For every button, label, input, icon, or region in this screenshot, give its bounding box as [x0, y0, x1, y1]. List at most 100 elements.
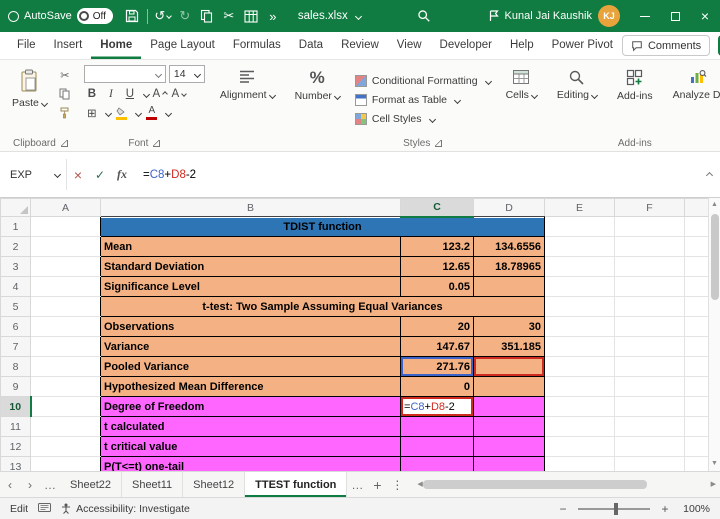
- cell-d9[interactable]: [473, 376, 545, 397]
- cell-g11[interactable]: [684, 416, 708, 437]
- cell-b1[interactable]: TDIST function: [100, 216, 545, 237]
- insert-function-button[interactable]: fx: [111, 167, 133, 182]
- cell-c8[interactable]: 271.76: [400, 356, 474, 377]
- paste-button[interactable]: Paste: [7, 65, 52, 113]
- cell-e3[interactable]: [544, 256, 615, 277]
- zoom-out-button[interactable]: −: [556, 502, 570, 516]
- zoom-in-button[interactable]: +: [658, 502, 672, 516]
- cell-c9[interactable]: 0: [400, 376, 474, 397]
- enter-button[interactable]: ✓: [89, 168, 111, 182]
- menu-tab-power-pivot[interactable]: Power Pivot: [543, 32, 622, 59]
- menu-tab-data[interactable]: Data: [290, 32, 332, 59]
- cell-a1[interactable]: [30, 216, 101, 237]
- accessibility-status[interactable]: Accessibility: Investigate: [61, 503, 190, 515]
- document-title[interactable]: sales.xlsx: [298, 10, 362, 22]
- cell-a3[interactable]: [30, 256, 101, 277]
- formula-input[interactable]: = C8 + D8 -2: [133, 169, 720, 181]
- cells-button[interactable]: Cells: [501, 65, 542, 105]
- sheet-tab-sheet12[interactable]: Sheet12: [183, 472, 246, 497]
- cell-b13[interactable]: P(T<=t) one-tail: [100, 456, 401, 471]
- cell-e2[interactable]: [544, 236, 615, 257]
- comments-button[interactable]: Comments: [621, 35, 711, 56]
- cell-a13[interactable]: [30, 456, 101, 471]
- font-color-button[interactable]: A: [144, 105, 160, 121]
- menu-tab-formulas[interactable]: Formulas: [224, 32, 290, 59]
- cell-f5[interactable]: [614, 296, 685, 317]
- font-size-select[interactable]: 14: [168, 65, 205, 83]
- cell-d3[interactable]: 18.78965: [473, 256, 545, 277]
- cell-a5[interactable]: [30, 296, 101, 317]
- cell-e4[interactable]: [544, 276, 615, 297]
- cell-g2[interactable]: [684, 236, 708, 257]
- copy-button[interactable]: [56, 86, 74, 102]
- cell-g6[interactable]: [684, 316, 708, 337]
- cell-e11[interactable]: [544, 416, 615, 437]
- cut-button-titlebar[interactable]: ✂: [218, 3, 240, 29]
- cell-g9[interactable]: [684, 376, 708, 397]
- addins-button[interactable]: Add-ins: [612, 65, 658, 106]
- account-area[interactable]: Kunal Jai Kaushik: [489, 10, 592, 22]
- cell-e9[interactable]: [544, 376, 615, 397]
- cell-a12[interactable]: [30, 436, 101, 457]
- fill-color-chevron-icon[interactable]: [134, 109, 142, 117]
- cell-e1[interactable]: [544, 216, 615, 237]
- alignment-button[interactable]: Alignment: [215, 65, 280, 105]
- row-header-5[interactable]: 5: [0, 296, 31, 317]
- cell-b9[interactable]: Hypothesized Mean Difference: [100, 376, 401, 397]
- font-dialog-launcher[interactable]: [153, 139, 161, 147]
- cell-b12[interactable]: t critical value: [100, 436, 401, 457]
- menu-tab-developer[interactable]: Developer: [431, 32, 501, 59]
- cell-d11[interactable]: [473, 416, 545, 437]
- select-all-button[interactable]: [0, 198, 31, 217]
- scroll-right-arrow[interactable]: ▶: [711, 478, 716, 492]
- undo-button[interactable]: ↺: [152, 3, 174, 29]
- cell-f12[interactable]: [614, 436, 685, 457]
- cell-f10[interactable]: [614, 396, 685, 417]
- cell-d2[interactable]: 134.6556: [473, 236, 545, 257]
- styles-item-format-as-table[interactable]: Format as Table: [354, 91, 491, 110]
- horizontal-scroll-thumb[interactable]: [422, 480, 648, 489]
- cell-b7[interactable]: Variance: [100, 336, 401, 357]
- cell-d13[interactable]: [473, 456, 545, 471]
- borders-chevron-icon[interactable]: [104, 109, 112, 117]
- cell-f6[interactable]: [614, 316, 685, 337]
- menu-tab-home[interactable]: Home: [91, 32, 141, 59]
- cell-b4[interactable]: Significance Level: [100, 276, 401, 297]
- vertical-scroll-thumb[interactable]: [710, 214, 719, 300]
- menu-tab-view[interactable]: View: [388, 32, 431, 59]
- format-painter-button[interactable]: [56, 105, 74, 121]
- sheet-list-button[interactable]: …: [40, 472, 60, 497]
- fill-color-button[interactable]: [114, 105, 130, 121]
- table-button-titlebar[interactable]: [240, 3, 262, 29]
- cell-g8[interactable]: [684, 356, 708, 377]
- row-header-3[interactable]: 3: [0, 256, 31, 277]
- cell-c3[interactable]: 12.65: [400, 256, 474, 277]
- cell-d6[interactable]: 30: [473, 316, 545, 337]
- menu-tab-page-layout[interactable]: Page Layout: [141, 32, 224, 59]
- cell-b8[interactable]: Pooled Variance: [100, 356, 401, 377]
- cell-f2[interactable]: [614, 236, 685, 257]
- minimize-button[interactable]: [630, 0, 660, 32]
- column-header-e[interactable]: E: [544, 198, 615, 217]
- row-header-2[interactable]: 2: [0, 236, 31, 257]
- clipboard-dialog-launcher[interactable]: [60, 139, 68, 147]
- row-header-8[interactable]: 8: [0, 356, 31, 377]
- cut-button[interactable]: ✂: [56, 67, 74, 83]
- cell-c6[interactable]: 20: [400, 316, 474, 337]
- cell-c4[interactable]: 0.05: [400, 276, 474, 297]
- column-header-b[interactable]: B: [100, 198, 401, 217]
- increase-font-button[interactable]: A: [152, 86, 169, 102]
- cell-g13[interactable]: [684, 456, 708, 471]
- editing-button[interactable]: Editing: [552, 65, 602, 105]
- horizontal-scrollbar[interactable]: ◀ ▶: [417, 472, 716, 497]
- menu-tab-review[interactable]: Review: [332, 32, 388, 59]
- cell-f7[interactable]: [614, 336, 685, 357]
- cell-g5[interactable]: [684, 296, 708, 317]
- cell-e5[interactable]: [544, 296, 615, 317]
- sheet-tab-ttest-function[interactable]: TTEST function: [245, 472, 348, 497]
- cell-g7[interactable]: [684, 336, 708, 357]
- sheet-nav-right-button[interactable]: ›: [20, 472, 40, 497]
- column-header-a[interactable]: A: [30, 198, 101, 217]
- row-header-12[interactable]: 12: [0, 436, 31, 457]
- row-header-13[interactable]: 13: [0, 456, 31, 471]
